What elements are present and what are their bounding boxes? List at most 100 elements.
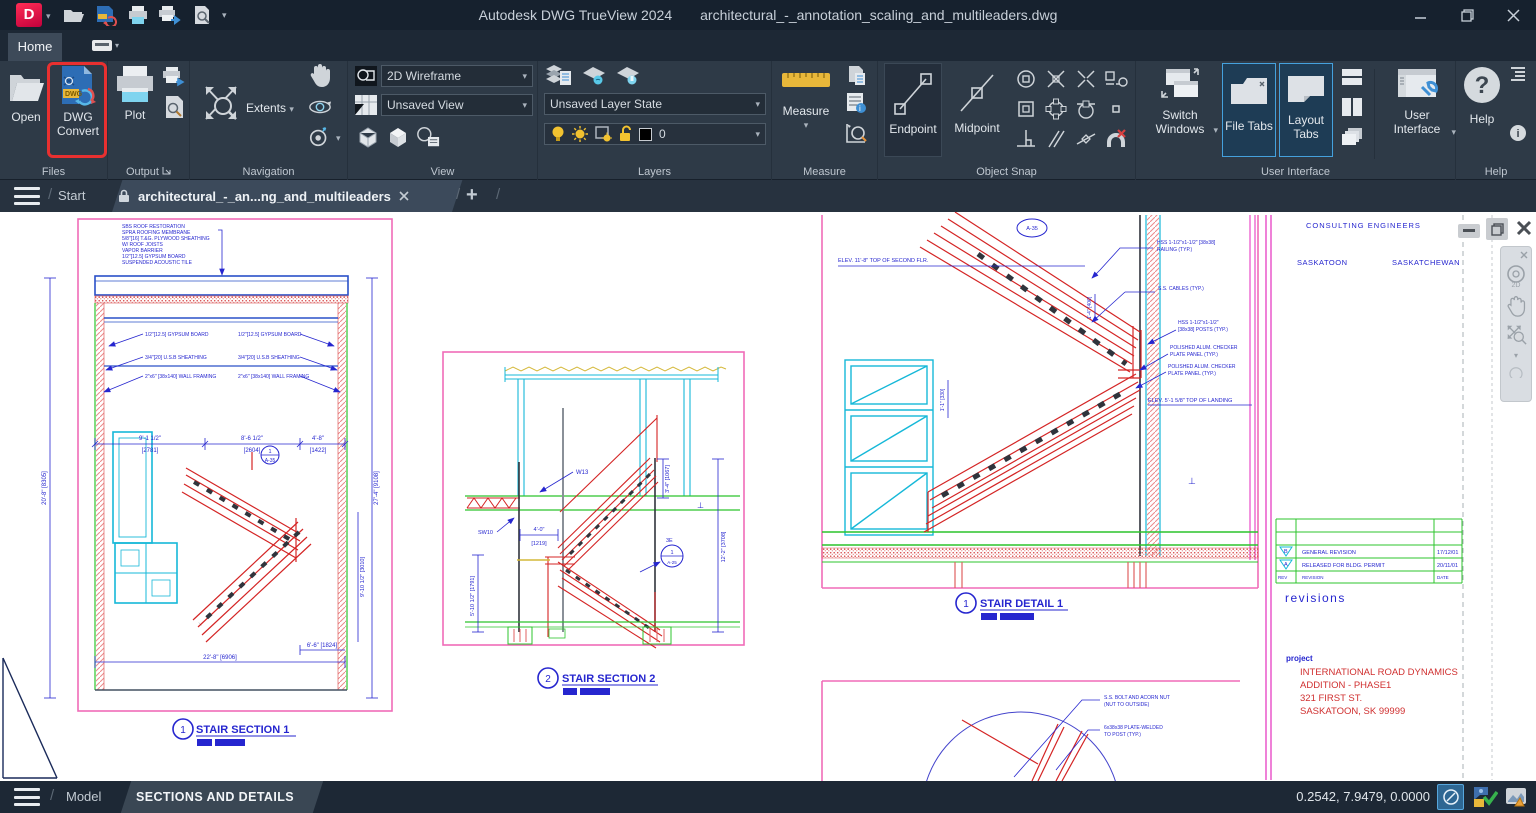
view-manager-icon[interactable] <box>416 125 440 149</box>
box-shaded-icon[interactable] <box>386 125 410 149</box>
svg-text:SASKATOON: SASKATOON <box>1297 258 1348 267</box>
navigation-wheel-icon[interactable]: 2D <box>1505 265 1527 289</box>
svg-text:PLATE PANEL (TYP.): PLATE PANEL (TYP.) <box>1170 352 1218 358</box>
steering-wheel-icon[interactable] <box>308 125 332 149</box>
layer-state-dropdown[interactable]: Unsaved Layer State▾ <box>544 93 766 115</box>
svg-text:3/4"[20] U.S.B SHEATHING: 3/4"[20] U.S.B SHEATHING <box>238 355 300 361</box>
drawing-close-button[interactable] <box>1512 216 1536 240</box>
navbar-zoom-icon[interactable] <box>1505 323 1527 345</box>
drawing-canvas[interactable]: 1 A-35 <box>0 212 1536 781</box>
plot-icon[interactable] <box>126 3 150 27</box>
panel-label-layers: Layers <box>538 166 771 178</box>
snap-center-icon[interactable] <box>1014 67 1038 91</box>
drawing-minimize-button[interactable] <box>1458 224 1480 238</box>
switch-windows-button[interactable]: Switch Windows ▾ <box>1144 65 1216 136</box>
close-button[interactable] <box>1490 0 1536 30</box>
model-tab[interactable]: Model <box>66 781 101 813</box>
navbar-caret-icon[interactable]: ▾ <box>1514 351 1518 360</box>
tab-start[interactable]: Start <box>58 180 85 212</box>
dwg-convert-icon[interactable] <box>94 3 118 27</box>
snap-node-icon[interactable] <box>1104 97 1128 121</box>
tile-vertically-icon[interactable] <box>1340 95 1364 119</box>
snap-extension-icon[interactable] <box>1104 67 1128 91</box>
graphics-performance-button[interactable] <box>1503 784 1530 810</box>
snap-endpoint-button[interactable]: Endpoint <box>884 63 942 157</box>
layout-menu-icon[interactable] <box>14 788 40 806</box>
isometric-drafting-toggle[interactable] <box>1437 784 1464 810</box>
quick-measure-icon[interactable] <box>844 121 868 145</box>
file-tabs-toggle[interactable]: File Tabs <box>1222 63 1276 157</box>
user-interface-button[interactable]: User Interface ▾ <box>1382 65 1452 136</box>
pan-icon[interactable] <box>308 63 332 87</box>
svg-text:12'-2" [3708]: 12'-2" [3708] <box>721 531 727 562</box>
preview-icon[interactable] <box>162 95 186 119</box>
document-title: architectural_-_annotation_scaling_and_m… <box>700 7 1057 23</box>
navbar-pan-icon[interactable] <box>1505 295 1527 317</box>
snap-nearest-icon[interactable] <box>1074 127 1098 151</box>
snap-off-icon[interactable] <box>1104 127 1128 151</box>
active-file-tab[interactable]: architectural_-_an...ng_and_multileaders <box>118 180 409 212</box>
layout-tab[interactable]: SECTIONS AND DETAILS <box>136 781 294 813</box>
application-menu-caret-icon[interactable]: ▾ <box>46 11 51 22</box>
visual-style-dropdown[interactable]: 2D Wireframe▾ <box>381 65 533 87</box>
layout-tabs-toggle[interactable]: Layout Tabs <box>1279 63 1333 157</box>
annotation-monitor-button[interactable] <box>1471 784 1498 810</box>
properties-palette-icon[interactable] <box>844 63 868 87</box>
plot-preview-icon[interactable] <box>190 3 214 27</box>
model-space-drawing: 1 A-35 <box>0 212 1536 781</box>
tab-home[interactable]: Home <box>8 33 62 61</box>
help-topics-icon[interactable] <box>1508 65 1528 83</box>
snap-tangent-icon[interactable] <box>1074 97 1098 121</box>
measure-button[interactable]: Measure ▾ <box>776 67 836 132</box>
snap-perpendicular-icon[interactable] <box>1014 127 1038 151</box>
batch-plot-icon[interactable] <box>158 3 182 27</box>
snap-midpoint-button[interactable]: Midpoint <box>946 63 1008 157</box>
svg-text:INTERNATIONAL ROAD DYNAMICS: INTERNATIONAL ROAD DYNAMICS <box>1300 667 1458 678</box>
open-button[interactable]: Open <box>4 65 48 124</box>
file-tab-menu-icon[interactable] <box>14 187 40 205</box>
help-button[interactable]: ? Help <box>1460 65 1504 126</box>
layer-dropdown[interactable]: 0 ▾ <box>544 123 766 145</box>
layer-isolate-icon[interactable] <box>580 63 608 87</box>
cascade-icon[interactable] <box>1340 125 1364 149</box>
navigation-bar[interactable]: 2D ▾ <box>1500 246 1532 402</box>
dialog-launcher-icon[interactable] <box>162 166 171 175</box>
quick-properties-icon[interactable]: i <box>844 91 868 115</box>
steering-wheel-caret-icon[interactable]: ▾ <box>336 133 341 144</box>
tile-horizontally-icon[interactable] <box>1340 65 1364 89</box>
qat-customize-caret-icon[interactable]: ▾ <box>222 10 227 21</box>
open-icon[interactable] <box>62 3 86 27</box>
drawing-restore-button[interactable] <box>1486 218 1508 240</box>
plot-button[interactable]: Plot <box>112 65 158 122</box>
named-view-dropdown[interactable]: Unsaved View▾ <box>381 94 533 116</box>
batch-plot-icon[interactable] <box>162 65 186 89</box>
snap-parallel-icon[interactable] <box>1044 127 1068 151</box>
snap-apparent-intersection-icon[interactable] <box>1074 67 1098 91</box>
minimize-button[interactable] <box>1398 0 1444 30</box>
application-menu-button[interactable]: D <box>16 3 42 27</box>
zoom-extents-dropdown[interactable]: Extents ▾ <box>246 101 294 115</box>
layer-unlock-icon[interactable] <box>617 125 633 143</box>
layer-color-swatch[interactable] <box>639 128 652 141</box>
dwg-convert-button[interactable]: DWG DWG Convert <box>53 65 103 138</box>
layer-vp-freeze-icon[interactable] <box>594 125 612 143</box>
layer-thaw-icon[interactable] <box>571 125 589 143</box>
snap-intersection-icon[interactable] <box>1044 67 1068 91</box>
navbar-close-icon[interactable] <box>1520 251 1528 259</box>
info-icon[interactable]: i <box>1508 123 1528 143</box>
navbar-orbit-icon[interactable] <box>1507 366 1525 378</box>
snap-insertion-icon[interactable] <box>1014 97 1038 121</box>
panel-label-output: Output <box>108 166 189 178</box>
svg-text:9'-10 1/2" [3010]: 9'-10 1/2" [3010] <box>360 557 366 597</box>
layer-unisolate-icon[interactable] <box>614 63 642 87</box>
snap-geometric-center-icon[interactable] <box>1044 97 1068 121</box>
orbit-icon[interactable] <box>308 95 332 119</box>
box-wireframe-icon[interactable] <box>356 125 380 149</box>
layer-on-icon[interactable] <box>550 125 566 143</box>
layer-properties-icon[interactable] <box>544 63 572 87</box>
zoom-extents-icon[interactable] <box>198 79 244 129</box>
close-tab-icon[interactable] <box>399 191 409 201</box>
restore-button[interactable] <box>1444 0 1490 30</box>
new-tab-button[interactable]: + <box>466 184 478 207</box>
ribbon-collapse-control[interactable]: ▾ <box>92 38 126 53</box>
